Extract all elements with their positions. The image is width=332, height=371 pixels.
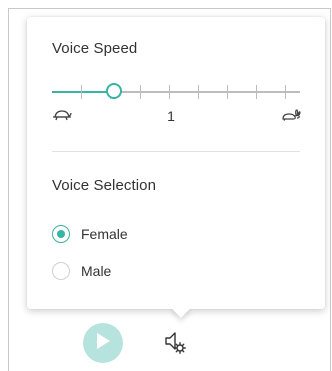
slider-fill bbox=[52, 91, 114, 93]
voice-speed-title: Voice Speed bbox=[52, 40, 138, 57]
voice-selection-title: Voice Selection bbox=[52, 177, 157, 194]
radio-option-female[interactable]: Female bbox=[52, 224, 128, 244]
rabbit-icon bbox=[281, 108, 301, 126]
slider-tick bbox=[198, 85, 199, 99]
speed-value: 1 bbox=[167, 108, 175, 124]
section-divider bbox=[52, 151, 300, 152]
play-icon bbox=[95, 332, 111, 355]
slider-tick bbox=[169, 85, 170, 99]
slider-tick bbox=[140, 85, 141, 99]
turtle-icon bbox=[52, 108, 72, 126]
radio-button[interactable] bbox=[52, 262, 70, 280]
voice-settings-button[interactable] bbox=[162, 329, 188, 355]
radio-option-male[interactable]: Male bbox=[52, 261, 111, 281]
play-button[interactable] bbox=[83, 323, 123, 363]
slider-tick bbox=[285, 85, 286, 99]
radio-button[interactable] bbox=[52, 225, 70, 243]
slider-tick bbox=[81, 85, 82, 99]
radio-label: Female bbox=[81, 226, 128, 242]
slider-thumb[interactable] bbox=[106, 83, 122, 99]
slider-tick bbox=[256, 85, 257, 99]
speaker-settings-icon bbox=[162, 332, 188, 359]
radio-label: Male bbox=[81, 263, 112, 279]
slider-tick bbox=[227, 85, 228, 99]
